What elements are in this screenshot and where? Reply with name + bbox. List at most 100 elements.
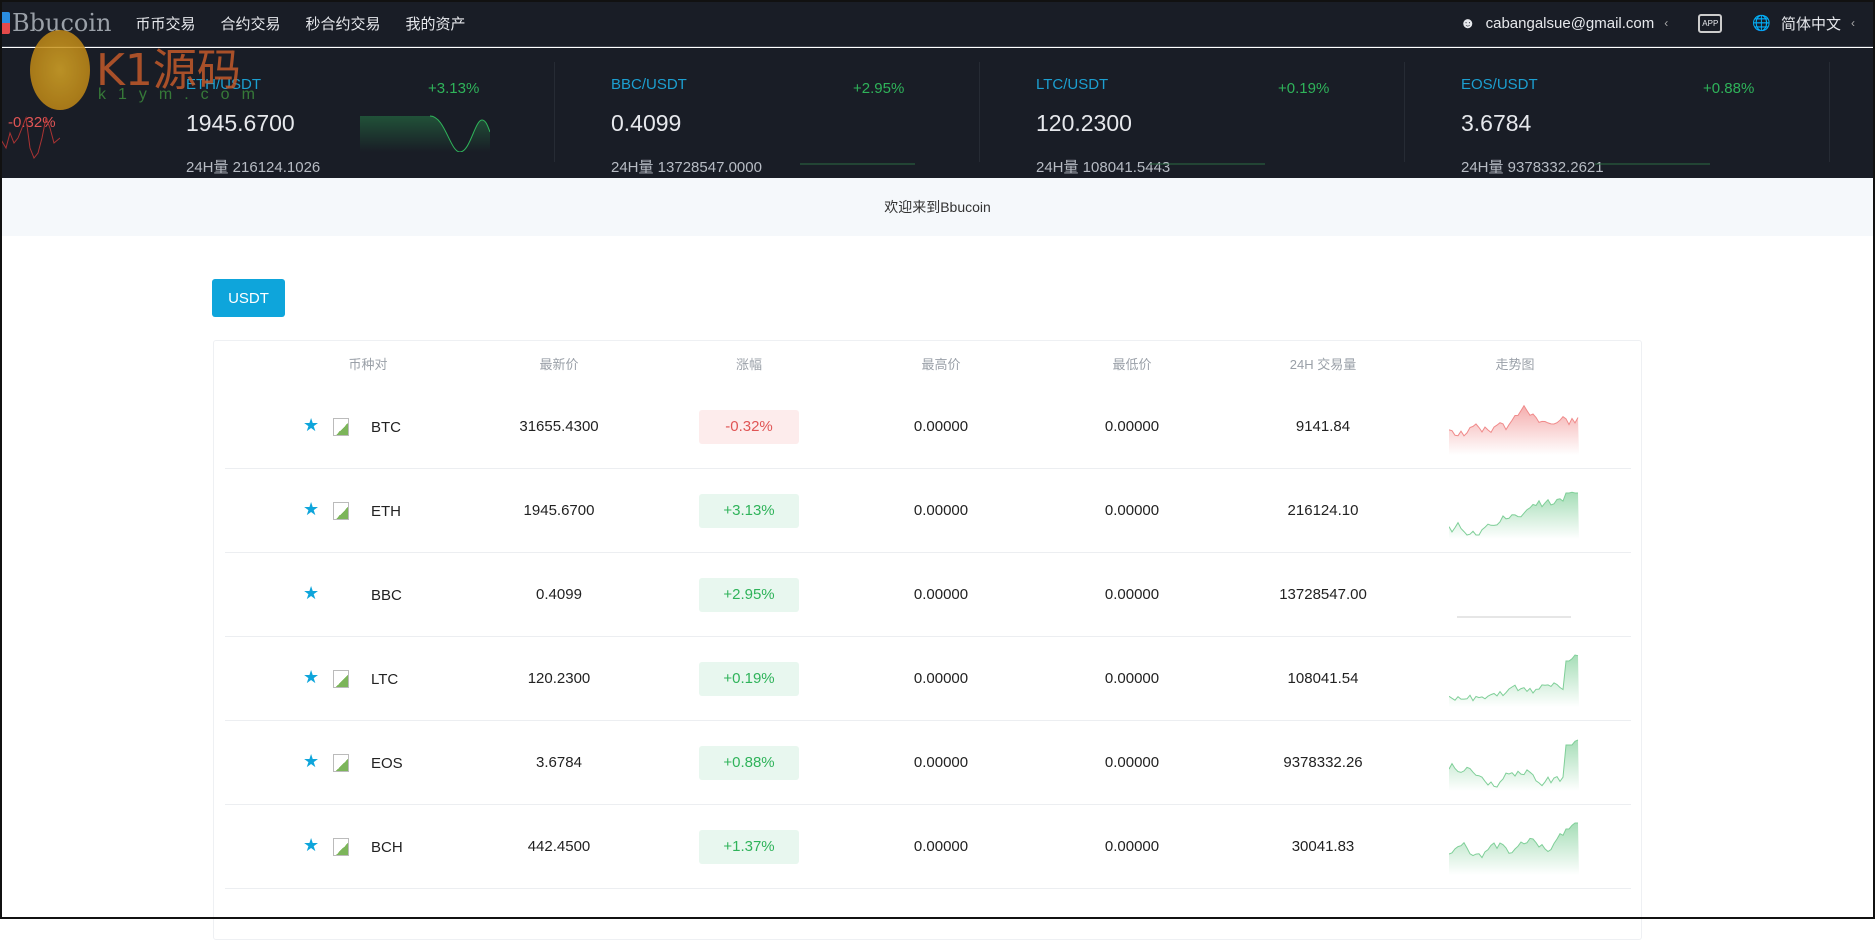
column-header: 涨幅 bbox=[654, 341, 844, 385]
ticker-strip: -0.32% ETH/USDT +3.13% 1945.6700 24H量 21… bbox=[0, 48, 1875, 178]
side-ticker-sparkline bbox=[0, 108, 60, 168]
ticker-pair: BBC/USDT bbox=[611, 76, 687, 93]
coin-image-icon bbox=[333, 754, 349, 772]
coin-image-icon bbox=[333, 838, 349, 856]
volume-24h: 30041.83 bbox=[1228, 805, 1418, 888]
nav-assets[interactable]: 我的资产 bbox=[406, 13, 466, 34]
star-icon[interactable]: ★ bbox=[303, 415, 319, 436]
star-icon[interactable]: ★ bbox=[303, 751, 319, 772]
low-price: 0.00000 bbox=[1037, 553, 1227, 636]
star-icon[interactable]: ★ bbox=[303, 835, 319, 856]
change-cell: +1.37% bbox=[654, 805, 844, 888]
nav-second-contract[interactable]: 秒合约交易 bbox=[306, 13, 381, 34]
ticker-volume: 24H量 108041.5443 bbox=[1036, 156, 1170, 177]
table-header: 币种对最新价涨幅最高价最低价24H 交易量走势图 bbox=[225, 341, 1631, 385]
latest-price: 0.4099 bbox=[464, 553, 654, 636]
volume-24h: 9378332.26 bbox=[1228, 721, 1418, 804]
table-row[interactable]: ★ BCH 442.4500 +1.37% 0.00000 0.00000 30… bbox=[225, 805, 1631, 889]
nav-contract[interactable]: 合约交易 bbox=[221, 13, 281, 34]
change-cell: +0.19% bbox=[654, 637, 844, 720]
coin-image-icon bbox=[333, 418, 349, 436]
change-badge: +0.19% bbox=[699, 662, 799, 696]
ticker-price: 1945.6700 bbox=[186, 110, 295, 137]
column-header: 最新价 bbox=[464, 341, 654, 385]
ticker-price: 120.2300 bbox=[1036, 110, 1132, 137]
chevron-left-icon[interactable]: ‹ bbox=[1851, 16, 1855, 30]
change-badge: +3.13% bbox=[699, 494, 799, 528]
ticker-change: +3.13% bbox=[428, 80, 479, 97]
ticker-sparkline bbox=[360, 112, 490, 152]
ticker-card[interactable]: LTC/USDT +0.19% 120.2300 24H量 108041.544… bbox=[980, 62, 1405, 162]
table-row[interactable]: ★ LTC 120.2300 +0.19% 0.00000 0.00000 10… bbox=[225, 637, 1631, 721]
high-price: 0.00000 bbox=[846, 637, 1036, 720]
ticker-price: 0.4099 bbox=[611, 110, 681, 137]
column-header: 币种对 bbox=[273, 341, 463, 385]
table-row[interactable]: ★ BBC 0.4099 +2.95% 0.00000 0.00000 1372… bbox=[225, 553, 1631, 637]
coin-image-icon bbox=[333, 670, 349, 688]
low-price: 0.00000 bbox=[1037, 721, 1227, 804]
star-icon[interactable]: ★ bbox=[303, 499, 319, 520]
latest-price: 3.6784 bbox=[464, 721, 654, 804]
low-price: 0.00000 bbox=[1037, 637, 1227, 720]
trend-sparkline bbox=[1449, 651, 1579, 707]
change-cell: +3.13% bbox=[654, 469, 844, 552]
volume-24h: 216124.10 bbox=[1228, 469, 1418, 552]
ticker-sparkline bbox=[1150, 162, 1270, 166]
globe-icon: 🌐 bbox=[1752, 14, 1771, 32]
market-table: 币种对最新价涨幅最高价最低价24H 交易量走势图 ★ BTC 31655.430… bbox=[213, 340, 1642, 940]
star-icon[interactable]: ★ bbox=[303, 583, 319, 604]
ticker-volume: 24H量 13728547.0000 bbox=[611, 156, 762, 177]
column-header: 走势图 bbox=[1420, 341, 1610, 385]
ticker-card[interactable]: BBC/USDT +2.95% 0.4099 24H量 13728547.000… bbox=[555, 62, 980, 162]
ticker-change: +2.95% bbox=[853, 80, 904, 97]
ticker-card[interactable]: ETH/USDT +3.13% 1945.6700 24H量 216124.10… bbox=[130, 62, 555, 162]
chevron-left-icon[interactable]: ‹ bbox=[1664, 16, 1668, 30]
coin-name[interactable]: ETH bbox=[371, 469, 401, 553]
change-badge: -0.32% bbox=[699, 410, 799, 444]
change-badge: +2.95% bbox=[699, 578, 799, 612]
high-price: 0.00000 bbox=[846, 805, 1036, 888]
low-price: 0.00000 bbox=[1037, 469, 1227, 552]
latest-price: 120.2300 bbox=[464, 637, 654, 720]
latest-price: 31655.4300 bbox=[464, 385, 654, 468]
coin-name[interactable]: EOS bbox=[371, 721, 403, 805]
latest-price: 442.4500 bbox=[464, 805, 654, 888]
trend-sparkline bbox=[1449, 735, 1579, 791]
ticker-pair: ETH/USDT bbox=[186, 76, 261, 93]
language-selector[interactable]: 简体中文 bbox=[1781, 13, 1841, 34]
coin-image-icon bbox=[333, 502, 349, 520]
brand-logo[interactable]: Bbucoin bbox=[0, 9, 111, 37]
app-download-icon[interactable]: APP bbox=[1698, 14, 1722, 33]
user-email[interactable]: cabangalsue@gmail.com bbox=[1486, 15, 1655, 32]
ticker-card[interactable]: EOS/USDT +0.88% 3.6784 24H量 9378332.2621 bbox=[1405, 62, 1830, 162]
table-row[interactable]: ★ EOS 3.6784 +0.88% 0.00000 0.00000 9378… bbox=[225, 721, 1631, 805]
table-row[interactable]: ★ BTC 31655.4300 -0.32% 0.00000 0.00000 … bbox=[225, 385, 1631, 469]
table-row[interactable]: ★ ETH 1945.6700 +3.13% 0.00000 0.00000 2… bbox=[225, 469, 1631, 553]
nav-spot[interactable]: 币币交易 bbox=[135, 13, 195, 34]
tab-usdt[interactable]: USDT bbox=[212, 279, 285, 317]
high-price: 0.00000 bbox=[846, 721, 1036, 804]
change-cell: -0.32% bbox=[654, 385, 844, 468]
coin-name[interactable]: BBC bbox=[371, 553, 402, 637]
coin-name[interactable]: BCH bbox=[371, 805, 403, 889]
coin-name[interactable]: LTC bbox=[371, 637, 398, 721]
ticker-sparkline bbox=[1595, 162, 1715, 166]
brand-name: Bbucoin bbox=[12, 9, 111, 37]
ticker-pair: EOS/USDT bbox=[1461, 76, 1538, 93]
ticker-change: +0.88% bbox=[1703, 80, 1754, 97]
volume-24h: 9141.84 bbox=[1228, 385, 1418, 468]
high-price: 0.00000 bbox=[846, 553, 1036, 636]
high-price: 0.00000 bbox=[846, 385, 1036, 468]
ticker-price: 3.6784 bbox=[1461, 110, 1531, 137]
column-header: 最低价 bbox=[1037, 341, 1227, 385]
ticker-sparkline bbox=[800, 162, 920, 166]
trend-sparkline bbox=[1449, 567, 1579, 623]
ticker-change: +0.19% bbox=[1278, 80, 1329, 97]
coin-name[interactable]: BTC bbox=[371, 385, 401, 469]
ticker-volume: 24H量 216124.1026 bbox=[186, 156, 320, 177]
change-badge: +1.37% bbox=[699, 830, 799, 864]
trend-sparkline bbox=[1449, 819, 1579, 875]
star-icon[interactable]: ★ bbox=[303, 667, 319, 688]
volume-24h: 13728547.00 bbox=[1228, 553, 1418, 636]
logo-icon bbox=[0, 12, 10, 34]
